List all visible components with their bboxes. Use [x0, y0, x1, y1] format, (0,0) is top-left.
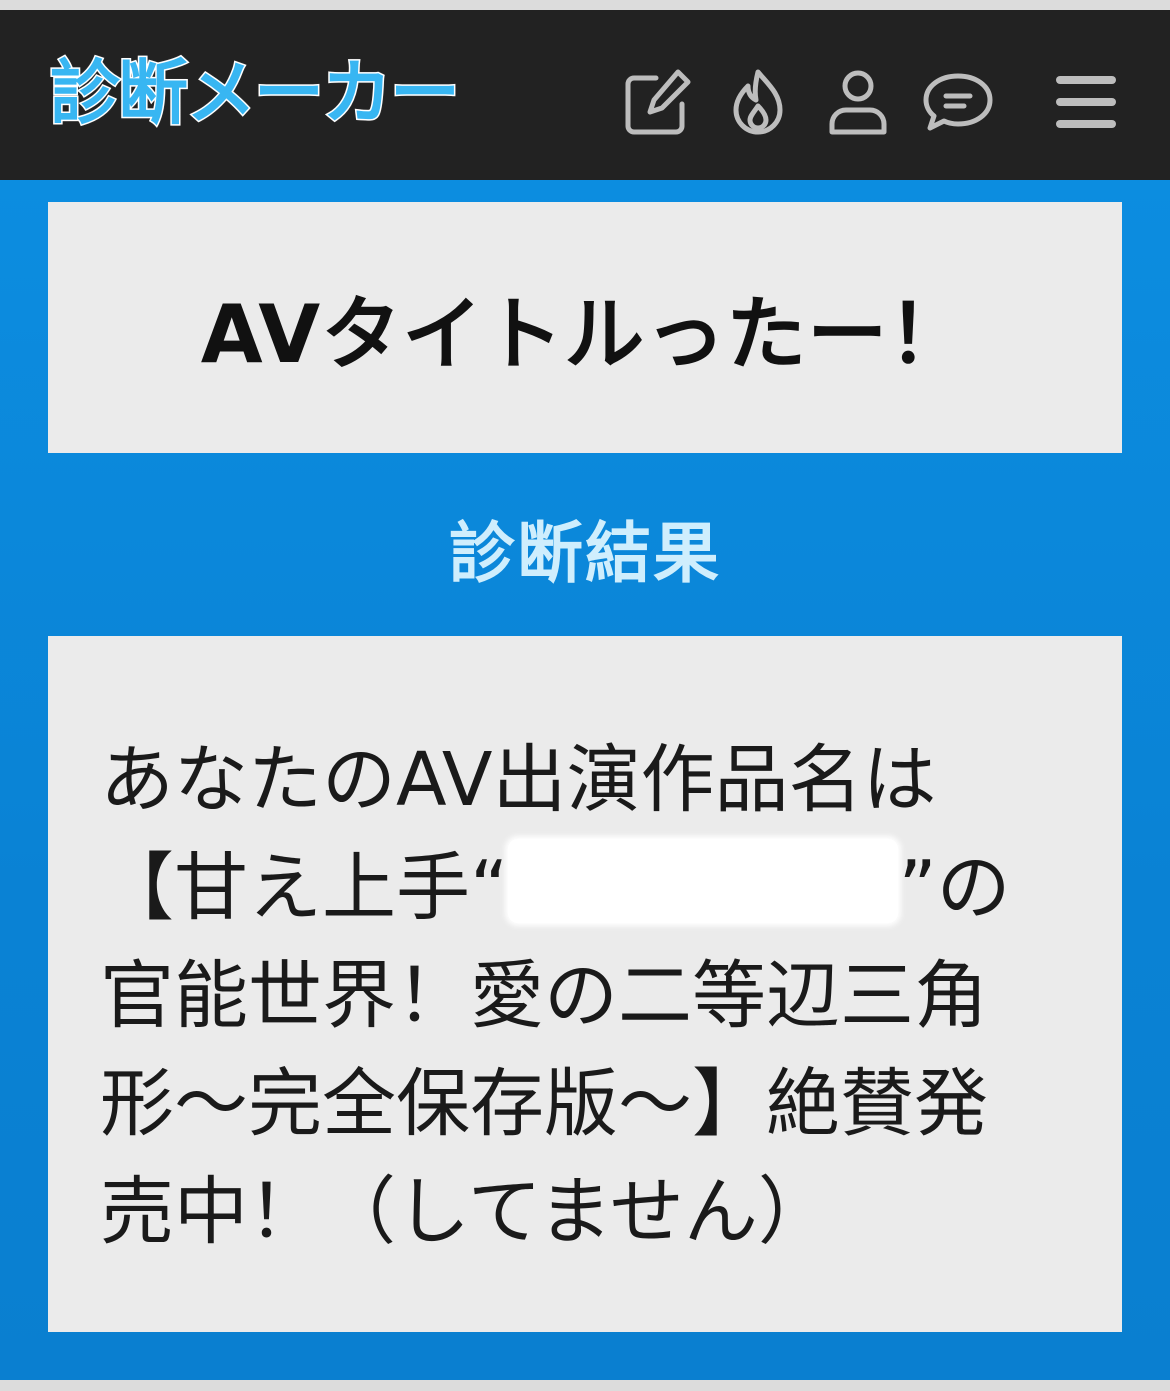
bottom-strip — [0, 1380, 1170, 1391]
top-strip — [0, 0, 1170, 10]
result-line: あなたのAV出演作品名は — [100, 737, 937, 823]
result-line: 官能世界！愛の二等辺三角 — [100, 953, 988, 1039]
result-line-part: 【甘え上手“ — [100, 845, 509, 931]
result-heading: 診断結果 — [449, 515, 721, 592]
result-text: あなたのAV出演作品名は 【甘え上手“ ”の 官能世界！愛の二等辺三角 形～完全保… — [100, 726, 1100, 1266]
diagnosis-title-card: AVタイトルったー！ — [48, 202, 1122, 453]
flame-icon[interactable] — [718, 62, 798, 142]
diagnosis-title[interactable]: AVタイトルったー！ — [201, 270, 969, 386]
result-card: あなたのAV出演作品名は 【甘え上手“ ”の 官能世界！愛の二等辺三角 形～完全保… — [48, 636, 1122, 1332]
menu-icon[interactable] — [1046, 62, 1126, 142]
result-line-with-redaction: 【甘え上手“ ”の — [100, 834, 1100, 942]
site-header: 診断メーカー — [0, 10, 1170, 180]
redacted-name — [508, 839, 899, 923]
result-line-part: ”の — [898, 845, 1011, 931]
result-line: 形～完全保存版～】絶賛発 — [100, 1061, 988, 1147]
edit-icon[interactable] — [618, 62, 698, 142]
user-icon[interactable] — [818, 62, 898, 142]
chat-icon[interactable] — [918, 62, 998, 142]
site-logo[interactable]: 診断メーカー — [49, 48, 462, 138]
result-line: 売中！（してません） — [100, 1169, 832, 1255]
